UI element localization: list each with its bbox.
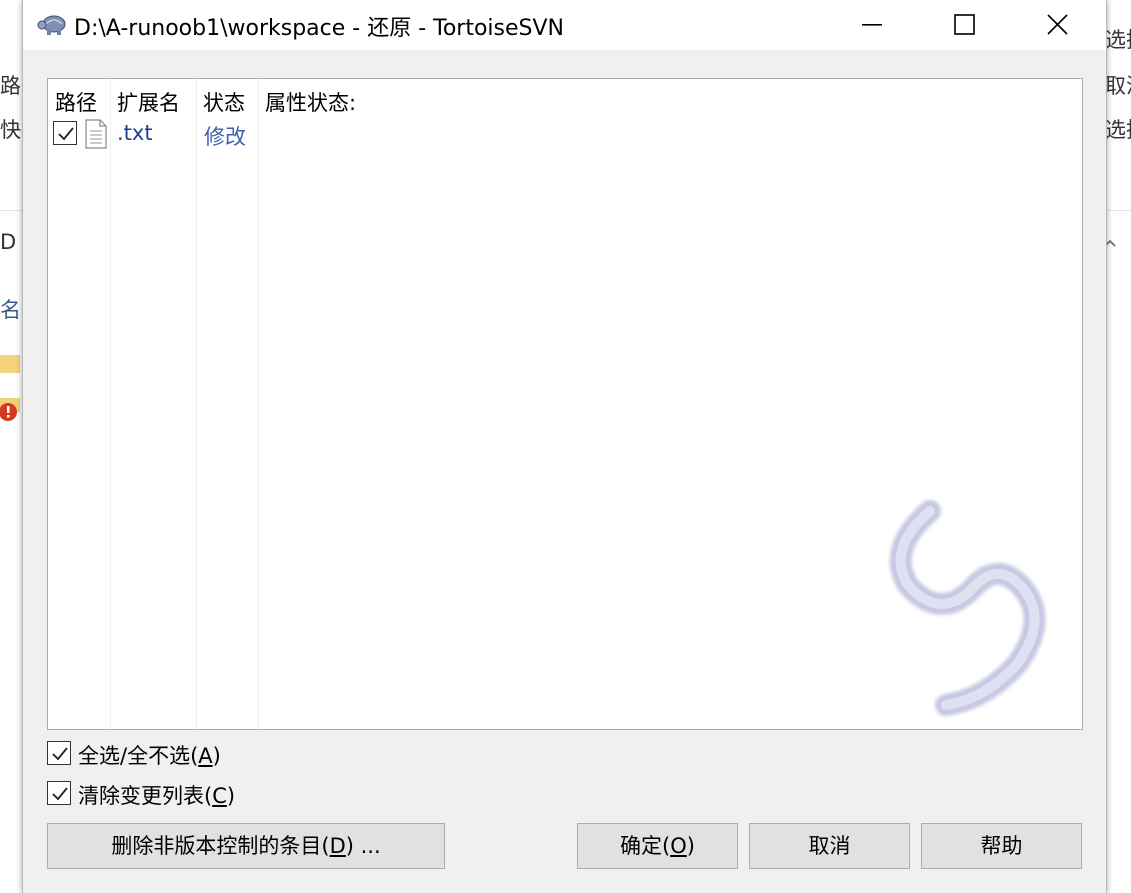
bg-text-left-1: 路径 — [0, 74, 22, 98]
bg-text-right-1: 选择 — [1105, 28, 1131, 52]
row-extension: .txt — [117, 121, 153, 145]
tortoisesvn-icon — [37, 12, 69, 38]
close-button[interactable] — [1010, 0, 1102, 50]
row-status: 修改 — [204, 125, 246, 149]
bg-text-right-2: 取消 — [1105, 74, 1131, 98]
clear-changelist-checkbox[interactable] — [47, 781, 71, 805]
help-button[interactable]: 帮助 — [921, 823, 1082, 869]
folder-icon — [0, 352, 20, 374]
ok-button[interactable]: 确定(O) — [577, 823, 738, 869]
select-all-label[interactable]: 全选/全不选(A) — [78, 740, 221, 770]
clear-changelist-label[interactable]: 清除变更列表(C) — [78, 780, 235, 810]
column-separator — [110, 79, 111, 729]
maximize-button[interactable] — [918, 0, 1010, 50]
column-separator — [258, 79, 259, 729]
dialog-title: D:\A-runoob1\workspace - 还原 - TortoiseSV… — [74, 16, 564, 41]
column-header-status[interactable]: 状态 — [203, 87, 245, 117]
delete-unversioned-button[interactable]: 删除非版本控制的条目(D) ... — [47, 823, 445, 869]
file-icon — [84, 119, 108, 149]
revert-arrow-icon — [868, 499, 1058, 729]
column-header-path[interactable]: 路径 — [55, 87, 97, 117]
title-bar[interactable]: D:\A-runoob1\workspace - 还原 - TortoiseSV… — [23, 0, 1106, 50]
file-list[interactable]: 路径 扩展名 状态 属性状态: .txt 修改 — [47, 78, 1083, 730]
select-all-checkbox[interactable] — [47, 741, 71, 765]
bg-text-right-3: 选择 — [1105, 118, 1131, 142]
minimize-button[interactable] — [826, 0, 918, 50]
column-header-prop-status[interactable]: 属性状态: — [265, 87, 356, 117]
cancel-button[interactable]: 取消 — [749, 823, 910, 869]
column-header-extension[interactable]: 扩展名 — [117, 87, 180, 117]
bg-text-left-4: 名称 — [0, 298, 22, 322]
bg-text-left-3: D — [0, 230, 17, 254]
row-checkbox[interactable] — [53, 121, 77, 145]
revert-dialog: D:\A-runoob1\workspace - 还原 - TortoiseSV… — [22, 0, 1107, 893]
bg-text-left-2: 快捷 — [0, 118, 22, 142]
column-separator — [196, 79, 197, 729]
error-badge-icon — [0, 398, 20, 421]
